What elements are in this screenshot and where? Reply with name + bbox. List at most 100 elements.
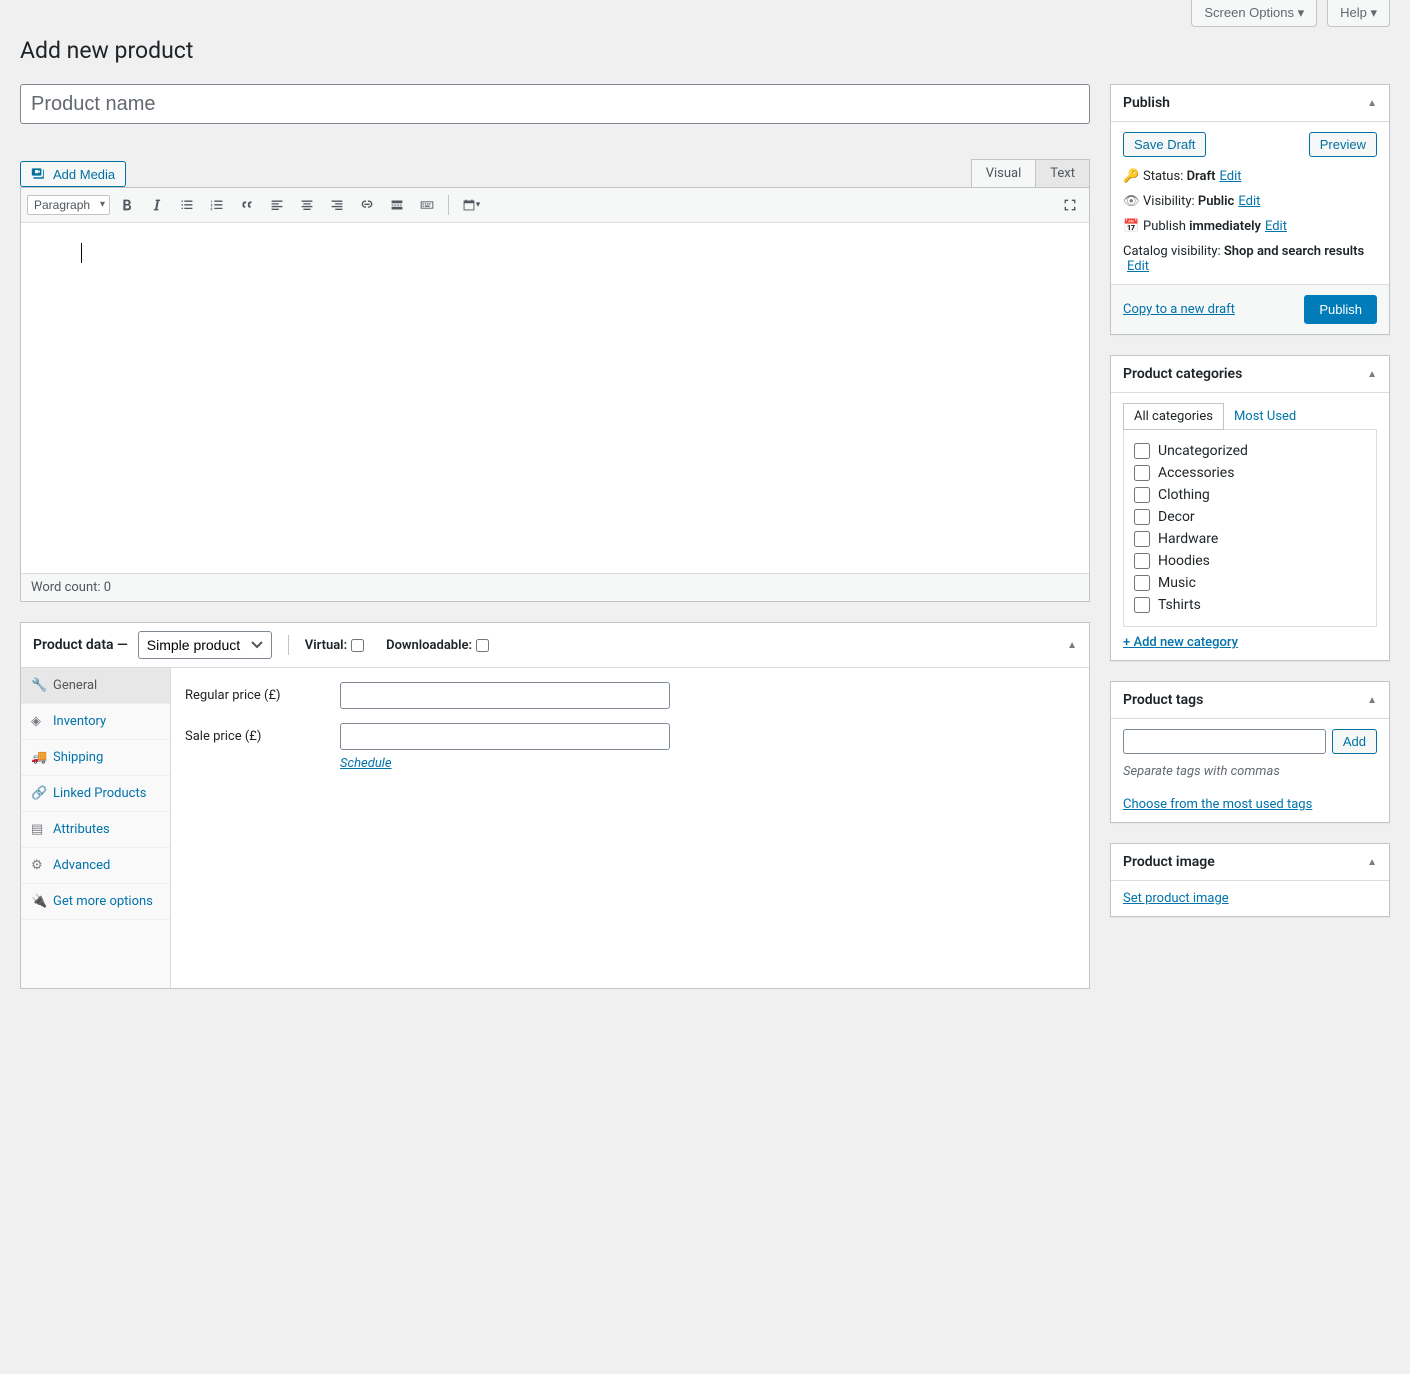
editor-textarea[interactable] [21, 223, 1089, 573]
virtual-checkbox[interactable] [351, 639, 364, 652]
publish-button[interactable]: Publish [1304, 295, 1377, 324]
publish-date-row: 📅Publish immediatelyEdit [1123, 219, 1377, 234]
category-item[interactable]: Clothing [1134, 484, 1366, 506]
screen-options-button[interactable]: Screen Options ▾ [1191, 0, 1317, 27]
category-item[interactable]: Hardware [1134, 528, 1366, 550]
tab-shipping[interactable]: 🚚Shipping [21, 740, 170, 776]
regular-price-input[interactable] [340, 682, 670, 709]
separator [448, 195, 449, 215]
media-icon [31, 166, 47, 182]
link-icon: 🔗 [31, 786, 45, 801]
category-item[interactable]: Tshirts [1134, 594, 1366, 616]
fullscreen-icon[interactable] [1057, 192, 1083, 218]
tab-inventory[interactable]: ◈Inventory [21, 704, 170, 740]
category-item[interactable]: Accessories [1134, 462, 1366, 484]
text-tab[interactable]: Text [1035, 159, 1090, 187]
bold-icon[interactable] [114, 192, 140, 218]
bullet-list-icon[interactable] [174, 192, 200, 218]
publish-box: Publish▲ Save Draft Preview 🔑Status: Dra… [1110, 84, 1390, 335]
help-button[interactable]: Help ▾ [1327, 0, 1390, 27]
category-item[interactable]: Hoodies [1134, 550, 1366, 572]
category-checkbox[interactable] [1134, 487, 1150, 503]
preview-button[interactable]: Preview [1309, 132, 1377, 157]
chevron-up-icon: ▲ [1367, 98, 1377, 109]
category-item[interactable]: Uncategorized [1134, 440, 1366, 462]
category-checkbox[interactable] [1134, 509, 1150, 525]
category-checkbox[interactable] [1134, 531, 1150, 547]
editor-toolbar: Paragraph ▾ [21, 188, 1089, 223]
product-image-header[interactable]: Product image▲ [1111, 844, 1389, 881]
plug-icon: 🔌 [31, 894, 45, 909]
tab-get-more[interactable]: 🔌Get more options [21, 884, 170, 920]
set-image-link[interactable]: Set product image [1123, 891, 1229, 906]
edit-visibility-link[interactable]: Edit [1238, 194, 1260, 209]
visual-tab[interactable]: Visual [971, 159, 1037, 187]
downloadable-label[interactable]: Downloadable: [386, 638, 489, 653]
sale-price-input[interactable] [340, 723, 670, 750]
tab-attributes[interactable]: ▤Attributes [21, 812, 170, 848]
all-categories-tab[interactable]: All categories [1123, 403, 1224, 430]
edit-status-link[interactable]: Edit [1219, 169, 1241, 184]
chevron-up-icon: ▲ [1367, 857, 1377, 868]
product-type-select[interactable]: Simple product [138, 631, 272, 659]
number-list-icon[interactable] [204, 192, 230, 218]
format-select[interactable]: Paragraph [27, 195, 110, 215]
inventory-icon: ◈ [31, 714, 45, 729]
calendar-icon: 📅 [1123, 219, 1143, 234]
keyboard-icon[interactable] [414, 192, 440, 218]
collapse-icon[interactable]: ▲ [1067, 640, 1077, 651]
edit-catalog-link[interactable]: Edit [1127, 259, 1149, 274]
page-title: Add new product [20, 37, 1390, 64]
truck-icon: 🚚 [31, 750, 45, 765]
tag-hint: Separate tags with commas [1123, 764, 1377, 779]
choose-tags-link[interactable]: Choose from the most used tags [1123, 797, 1312, 812]
add-media-button[interactable]: Add Media [20, 161, 126, 187]
tab-general[interactable]: 🔧General [21, 668, 170, 704]
add-tag-button[interactable]: Add [1332, 729, 1377, 754]
schedule-link[interactable]: Schedule [340, 756, 392, 771]
chevron-up-icon: ▲ [1367, 369, 1377, 380]
wrench-icon: 🔧 [31, 678, 45, 693]
tag-input[interactable] [1123, 729, 1326, 754]
category-checkbox[interactable] [1134, 443, 1150, 459]
editor-box: Paragraph ▾ Word count: 0 [20, 187, 1090, 602]
align-center-icon[interactable] [294, 192, 320, 218]
tab-linked[interactable]: 🔗Linked Products [21, 776, 170, 812]
align-right-icon[interactable] [324, 192, 350, 218]
tags-header[interactable]: Product tags▲ [1111, 682, 1389, 719]
category-checkbox[interactable] [1134, 553, 1150, 569]
save-draft-button[interactable]: Save Draft [1123, 132, 1206, 157]
eye-icon: 👁 [1123, 194, 1143, 209]
align-left-icon[interactable] [264, 192, 290, 218]
category-checkbox[interactable] [1134, 465, 1150, 481]
edit-publish-link[interactable]: Edit [1265, 219, 1287, 234]
quote-icon[interactable] [234, 192, 260, 218]
tab-advanced[interactable]: ⚙Advanced [21, 848, 170, 884]
word-count: Word count: 0 [21, 573, 1089, 601]
catalog-row: Catalog visibility: Shop and search resu… [1123, 244, 1377, 274]
category-checkbox[interactable] [1134, 597, 1150, 613]
category-item[interactable]: Decor [1134, 506, 1366, 528]
visibility-row: 👁Visibility: PublicEdit [1123, 194, 1377, 209]
category-checkbox[interactable] [1134, 575, 1150, 591]
regular-price-label: Regular price (£) [185, 682, 340, 703]
most-used-tab[interactable]: Most Used [1223, 403, 1307, 430]
publish-header[interactable]: Publish▲ [1111, 85, 1389, 122]
more-icon[interactable] [384, 192, 410, 218]
tags-box: Product tags▲ Add Separate tags with com… [1110, 681, 1390, 823]
product-name-input[interactable] [20, 84, 1090, 124]
add-category-link[interactable]: + Add new category [1123, 635, 1238, 650]
copy-draft-link[interactable]: Copy to a new draft [1123, 302, 1235, 317]
downloadable-checkbox[interactable] [476, 639, 489, 652]
virtual-label[interactable]: Virtual: [305, 638, 364, 653]
status-row: 🔑Status: DraftEdit [1123, 169, 1377, 184]
categories-header[interactable]: Product categories▲ [1111, 356, 1389, 393]
product-data-label: Product data — [33, 637, 128, 653]
gear-icon: ⚙ [31, 858, 45, 873]
category-item[interactable]: Music [1134, 572, 1366, 594]
calendar-icon[interactable]: ▾ [457, 192, 483, 218]
category-list[interactable]: Uncategorized Accessories Clothing Decor… [1123, 429, 1377, 627]
italic-icon[interactable] [144, 192, 170, 218]
list-icon: ▤ [31, 822, 45, 837]
link-icon[interactable] [354, 192, 380, 218]
